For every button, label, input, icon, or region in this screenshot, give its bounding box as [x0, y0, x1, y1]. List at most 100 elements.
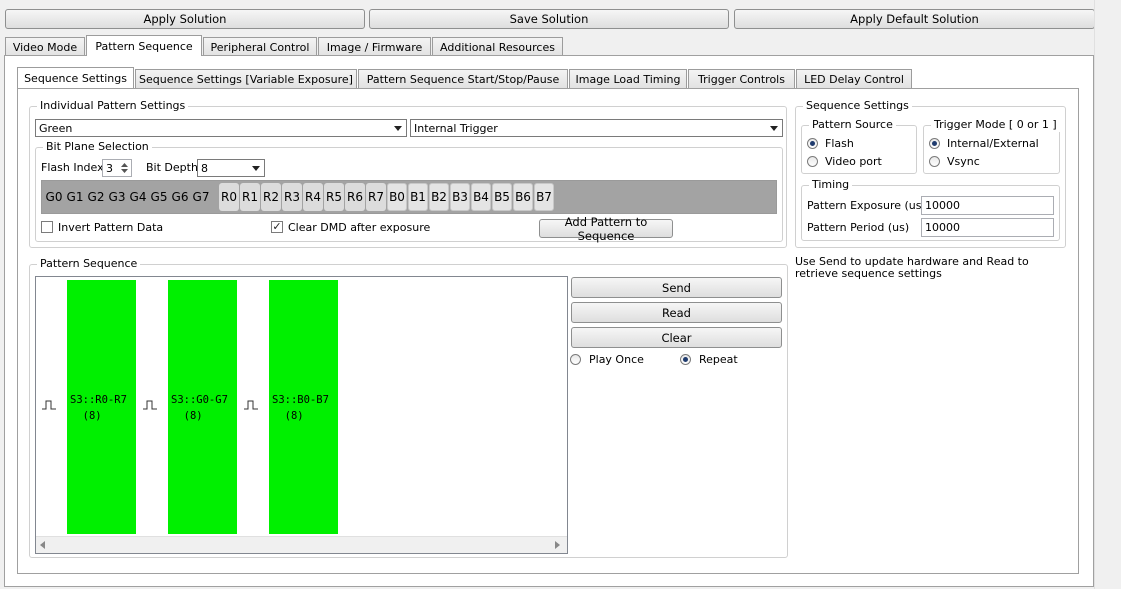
trigger-pulse-icon	[143, 400, 157, 410]
bit-r4[interactable]: R4	[303, 183, 323, 211]
pattern-item-depth: (8)	[284, 410, 304, 422]
tab-image-load-timing[interactable]: Image Load Timing	[569, 69, 687, 88]
video-port-radio-label: Video port	[825, 155, 882, 168]
internal-external-radio[interactable]	[929, 138, 940, 149]
add-pattern-to-sequence-button[interactable]: Add Pattern to Sequence	[539, 215, 673, 243]
video-port-radio[interactable]	[807, 156, 818, 167]
bit-g4[interactable]: G4	[128, 183, 148, 211]
bit-b5[interactable]: B5	[492, 183, 512, 211]
pattern-period-input[interactable]: 10000	[921, 218, 1054, 237]
bit-r5[interactable]: R5	[324, 183, 344, 211]
bit-g0[interactable]: G0	[44, 183, 64, 211]
individual-pattern-settings-title: Individual Pattern Settings	[37, 99, 189, 113]
scroll-right-icon[interactable]	[555, 541, 561, 549]
flash-index-label: Flash Index	[41, 161, 104, 174]
color-select[interactable]: Green	[35, 119, 407, 137]
bit-r1[interactable]: R1	[240, 183, 260, 211]
trigger-pulse-icon	[42, 400, 56, 410]
pattern-item-name: S3::R0-R7	[70, 394, 127, 406]
tab-image-firmware[interactable]: Image / Firmware	[318, 37, 431, 56]
tab-sequence-settings[interactable]: Sequence Settings	[17, 67, 134, 88]
help-text: Use Send to update hardware and Read to …	[795, 255, 1029, 280]
bit-r6[interactable]: R6	[345, 183, 365, 211]
flash-radio[interactable]	[807, 138, 818, 149]
send-button[interactable]: Send	[571, 277, 782, 298]
pattern-sequence-title: Pattern Sequence	[37, 257, 141, 271]
bit-g7[interactable]: G7	[191, 183, 211, 211]
pattern-item-depth: (8)	[82, 410, 102, 422]
apply-default-solution-button[interactable]: Apply Default Solution	[734, 9, 1095, 29]
tab-peripheral-control[interactable]: Peripheral Control	[203, 37, 317, 56]
vertical-scrollbar[interactable]	[1094, 0, 1121, 589]
tab-led-delay-control[interactable]: LED Delay Control	[796, 69, 912, 88]
flash-index-value: 3	[106, 161, 113, 175]
pattern-exposure-label: Pattern Exposure (us)	[807, 199, 926, 212]
bit-plane-selection-title: Bit Plane Selection	[43, 140, 152, 154]
bit-plane-bar: G0 G1 G2 G3 G4 G5 G6 G7 R0 R1 R2 R3 R4 R…	[41, 180, 777, 214]
internal-external-radio-label: Internal/External	[947, 137, 1039, 150]
bit-b6[interactable]: B6	[513, 183, 533, 211]
tab-pattern-sequence[interactable]: Pattern Sequence	[86, 35, 202, 56]
bit-g1[interactable]: G1	[65, 183, 85, 211]
timing-title: Timing	[809, 178, 853, 192]
play-once-radio[interactable]	[570, 354, 581, 365]
sequence-pattern-item[interactable]: S3::R0-R7 (8)	[67, 280, 136, 534]
chevron-down-icon	[770, 126, 778, 131]
read-button[interactable]: Read	[571, 302, 782, 323]
bit-r2[interactable]: R2	[261, 183, 281, 211]
tab-sequence-settings-variable-exposure[interactable]: Sequence Settings [Variable Exposure]	[135, 69, 357, 88]
tab-additional-resources[interactable]: Additional Resources	[432, 37, 563, 56]
bit-r0[interactable]: R0	[219, 183, 239, 211]
invert-pattern-checkbox[interactable]	[41, 221, 53, 233]
bit-b1[interactable]: B1	[408, 183, 428, 211]
bit-g6[interactable]: G6	[170, 183, 190, 211]
bit-depth-select[interactable]: 8	[197, 159, 265, 177]
pattern-period-value: 10000	[925, 221, 960, 234]
scroll-left-icon[interactable]	[40, 541, 46, 549]
bit-r7[interactable]: R7	[366, 183, 386, 211]
bit-depth-label: Bit Depth	[146, 161, 198, 174]
tab-video-mode[interactable]: Video Mode	[5, 37, 85, 56]
pattern-sequence-view[interactable]: S3::R0-R7 (8) S3::G0-G7 (8) S3::B0-B7 (8…	[35, 276, 568, 554]
flash-index-spinner[interactable]: 3	[102, 159, 132, 177]
apply-solution-button[interactable]: Apply Solution	[5, 9, 365, 29]
bit-g2[interactable]: G2	[86, 183, 106, 211]
trigger-mode-title: Trigger Mode [ 0 or 1 ]	[931, 118, 1060, 132]
spinner-arrows-icon[interactable]	[119, 161, 130, 175]
pattern-source-title: Pattern Source	[809, 118, 896, 132]
bit-b2[interactable]: B2	[429, 183, 449, 211]
bit-depth-value: 8	[201, 161, 208, 175]
vsync-radio[interactable]	[929, 156, 940, 167]
bit-b0[interactable]: B0	[387, 183, 407, 211]
repeat-label: Repeat	[699, 353, 738, 366]
bit-g3[interactable]: G3	[107, 183, 127, 211]
play-once-label: Play Once	[589, 353, 644, 366]
pattern-exposure-value: 10000	[925, 199, 960, 212]
pattern-item-depth: (8)	[183, 410, 203, 422]
sequence-pattern-item[interactable]: S3::G0-G7 (8)	[168, 280, 237, 534]
bit-b3[interactable]: B3	[450, 183, 470, 211]
sequence-pattern-item[interactable]: S3::B0-B7 (8)	[269, 280, 338, 534]
tab-trigger-controls[interactable]: Trigger Controls	[688, 69, 795, 88]
trigger-select[interactable]: Internal Trigger	[410, 119, 783, 137]
bit-b4[interactable]: B4	[471, 183, 491, 211]
color-select-value: Green	[39, 121, 73, 135]
pattern-exposure-input[interactable]: 10000	[921, 196, 1054, 215]
horizontal-scrollbar[interactable]	[36, 536, 567, 553]
pattern-item-name: S3::B0-B7	[272, 394, 329, 406]
bit-b7[interactable]: B7	[534, 183, 554, 211]
pattern-period-label: Pattern Period (us)	[807, 221, 910, 234]
repeat-radio[interactable]	[680, 354, 691, 365]
clear-button[interactable]: Clear	[571, 327, 782, 348]
bit-g5[interactable]: G5	[149, 183, 169, 211]
chevron-down-icon	[394, 126, 402, 131]
bit-r3[interactable]: R3	[282, 183, 302, 211]
sequence-settings-title: Sequence Settings	[803, 99, 912, 113]
clear-dmd-checkbox[interactable]: ✓	[271, 221, 283, 233]
chevron-down-icon	[252, 166, 260, 171]
trigger-pulse-icon	[244, 400, 258, 410]
trigger-select-value: Internal Trigger	[414, 121, 498, 135]
flash-radio-label: Flash	[825, 137, 854, 150]
tab-pattern-sequence-start-stop-pause[interactable]: Pattern Sequence Start/Stop/Pause	[358, 69, 568, 88]
save-solution-button[interactable]: Save Solution	[369, 9, 729, 29]
